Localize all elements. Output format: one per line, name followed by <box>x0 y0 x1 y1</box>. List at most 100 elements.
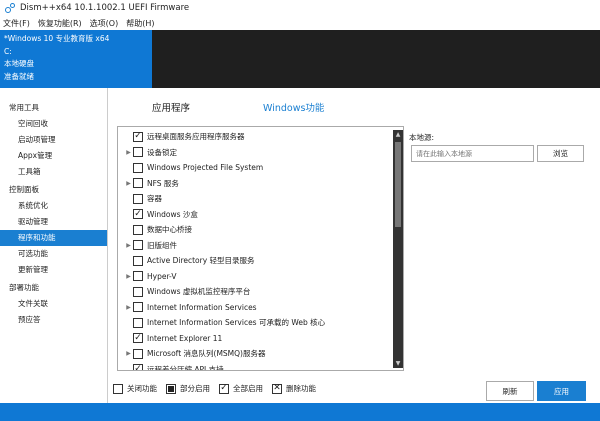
sidebar-item[interactable]: 预应答 <box>0 312 107 328</box>
sidebar-item[interactable]: 可选功能 <box>0 246 107 262</box>
app-logo-icon <box>5 3 15 13</box>
tab-applications[interactable]: 应用程序 <box>152 100 190 114</box>
feature-checkbox[interactable]: ✓ <box>133 131 143 142</box>
feature-row[interactable]: Windows 虚拟机监控程序平台 <box>118 284 393 300</box>
feature-checkbox[interactable] <box>133 178 143 189</box>
feature-label: Windows 沙盒 <box>147 209 198 219</box>
legend-item: ✕ 删除功能 <box>272 383 316 394</box>
sidebar-item[interactable]: 启动项管理 <box>0 132 107 148</box>
feature-checkbox[interactable]: ✓ <box>133 364 143 370</box>
legend-partial-icon <box>166 383 176 394</box>
legend-item: 关闭功能 <box>113 383 157 394</box>
title-bar: Dism++x64 10.1.1002.1 UEFI Firmware <box>0 0 600 16</box>
feature-checkbox[interactable]: ✓ <box>133 209 143 220</box>
menu-options[interactable]: 选项(O) <box>90 18 119 29</box>
legend-item: ✓ 全部启用 <box>219 383 263 394</box>
sidebar-item[interactable]: 工具箱 <box>0 164 107 180</box>
feature-checkbox[interactable] <box>133 240 143 251</box>
sidebar-item[interactable]: Appx管理 <box>0 148 107 164</box>
feature-label: Windows Projected File System <box>147 163 264 173</box>
expand-arrow-icon[interactable]: ▶ <box>124 242 133 249</box>
scroll-thumb[interactable] <box>395 142 401 227</box>
feature-row[interactable]: ▶ Hyper-V <box>118 269 393 285</box>
feature-row[interactable]: Internet Information Services 可承载的 Web 核… <box>118 315 393 331</box>
feature-row[interactable]: 数据中心桥接 <box>118 222 393 238</box>
sidebar: 常用工具空间回收 启动项管理 Appx管理 工具箱控制面板系统优化 驱动管理 程序和功能可… <box>0 88 108 403</box>
sidebar-item[interactable]: 空间回收 <box>0 116 107 132</box>
feature-checkbox[interactable] <box>133 162 143 173</box>
feature-checkbox[interactable] <box>133 147 143 158</box>
feature-label: Microsoft 消息队列(MSMQ)服务器 <box>147 349 266 359</box>
feature-row[interactable]: ✓ 远程差分压缩 API 支持 <box>118 362 393 371</box>
sidebar-item[interactable]: 文件关联 <box>0 296 107 312</box>
expand-arrow-icon[interactable]: ▶ <box>124 350 133 357</box>
feature-checkbox[interactable] <box>133 348 143 359</box>
feature-checkbox[interactable] <box>133 193 143 204</box>
feature-checkbox[interactable]: ✓ <box>133 333 143 344</box>
expand-arrow-icon[interactable]: ▶ <box>124 149 133 156</box>
expand-arrow-icon[interactable]: ▶ <box>124 180 133 187</box>
feature-row[interactable]: ▶ 设备锁定 <box>118 145 393 161</box>
feature-checkbox[interactable] <box>133 271 143 282</box>
legend-item: 部分启用 <box>166 383 210 394</box>
feature-checkbox[interactable] <box>133 302 143 313</box>
feature-label: Internet Explorer 11 <box>147 333 223 343</box>
feature-row[interactable]: ▶ Microsoft 消息队列(MSMQ)服务器 <box>118 346 393 362</box>
feature-label: Windows 虚拟机监控程序平台 <box>147 287 251 297</box>
sidebar-item[interactable]: 系统优化 <box>0 198 107 214</box>
legend-label: 关闭功能 <box>127 384 157 393</box>
feature-label: Active Directory 轻型目录服务 <box>147 256 255 266</box>
feature-row[interactable]: ▶ Internet Information Services <box>118 300 393 316</box>
feature-checkbox[interactable] <box>133 286 143 297</box>
feature-checkbox[interactable] <box>133 224 143 235</box>
status: 准备就绪 <box>4 71 34 81</box>
menu-help[interactable]: 帮助(H) <box>126 18 154 29</box>
scroll-down-icon[interactable]: ▼ <box>393 360 403 367</box>
sidebar-group: 常用工具 <box>9 103 39 112</box>
source-label: 本地源: <box>409 133 435 142</box>
feature-row[interactable]: ✓ Internet Explorer 11 <box>118 331 393 347</box>
refresh-button[interactable]: 刷新 <box>486 381 534 401</box>
feature-list: ✓ 远程桌面服务应用程序服务器 ▶ 设备锁定 Windows Projected Fil… <box>117 126 404 371</box>
source-input[interactable] <box>411 145 534 162</box>
scrollbar[interactable]: ▲ ▼ <box>393 130 403 368</box>
expand-arrow-icon[interactable]: ▶ <box>124 304 133 311</box>
feature-row[interactable]: ▶ 旧版组件 <box>118 238 393 254</box>
drive: C: <box>4 46 12 56</box>
disk-type: 本地硬盘 <box>4 59 34 68</box>
session-header[interactable]: *Windows 10 专业教育版 x64 C: 本地硬盘 准备就绪 <box>0 30 152 88</box>
feature-label: 旧版组件 <box>147 240 177 250</box>
feature-row[interactable]: Windows Projected File System <box>118 160 393 176</box>
legend-label: 删除功能 <box>286 384 316 393</box>
legend-check-icon: ✓ <box>219 383 229 394</box>
feature-row[interactable]: ✓ Windows 沙盒 <box>118 207 393 223</box>
scroll-up-icon[interactable]: ▲ <box>393 131 403 138</box>
sidebar-group: 控制面板 <box>9 185 39 194</box>
feature-label: 远程桌面服务应用程序服务器 <box>147 132 245 142</box>
feature-label: 远程差分压缩 API 支持 <box>147 364 224 371</box>
apply-button[interactable]: 应用 <box>537 381 586 401</box>
os-name: *Windows 10 专业教育版 x64 <box>4 34 110 43</box>
feature-row[interactable]: 容器 <box>118 191 393 207</box>
expand-arrow-icon[interactable]: ▶ <box>124 273 133 280</box>
legend-empty-icon <box>113 383 123 394</box>
menu-bar: 文件(F) 恢复功能(R) 选项(O) 帮助(H) <box>0 16 600 30</box>
legend-cross-icon: ✕ <box>272 383 282 394</box>
tab-windows-features[interactable]: Windows功能 <box>263 100 324 114</box>
status-bar <box>0 403 600 421</box>
feature-row[interactable]: ✓ 远程桌面服务应用程序服务器 <box>118 129 393 145</box>
sidebar-group: 部署功能 <box>9 283 39 292</box>
feature-row[interactable]: ▶ NFS 服务 <box>118 176 393 192</box>
menu-restore[interactable]: 恢复功能(R) <box>38 18 82 29</box>
menu-file[interactable]: 文件(F) <box>3 18 30 29</box>
browse-button[interactable]: 浏览 <box>537 145 584 162</box>
feature-row[interactable]: Active Directory 轻型目录服务 <box>118 253 393 269</box>
legend: 关闭功能 部分启用 ✓ 全部启用 ✕ 删除功能 <box>113 383 325 394</box>
feature-checkbox[interactable] <box>133 317 143 328</box>
feature-checkbox[interactable] <box>133 255 143 266</box>
sidebar-item[interactable]: 更新管理 <box>0 262 107 278</box>
feature-label: Hyper-V <box>147 271 177 281</box>
feature-label: Internet Information Services <box>147 302 257 312</box>
sidebar-item[interactable]: 程序和功能 <box>0 230 107 246</box>
sidebar-item[interactable]: 驱动管理 <box>0 214 107 230</box>
